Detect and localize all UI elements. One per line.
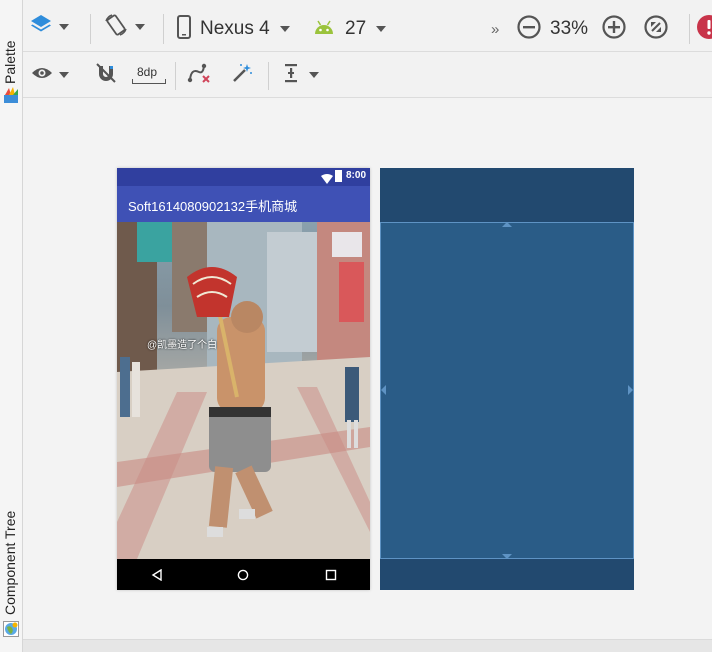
zoom-in-button[interactable] — [601, 14, 627, 44]
separator — [689, 14, 690, 44]
default-margin-value: 8dp — [137, 65, 158, 79]
zoom-in-icon — [601, 14, 627, 45]
component-tree-tab[interactable]: Component Tree — [0, 480, 22, 615]
app-bar: Soft1614080902132手机商城 — [117, 186, 370, 222]
chevron-down-icon — [376, 26, 387, 32]
magic-wand-icon — [231, 62, 253, 89]
navigation-bar — [117, 559, 370, 590]
api-level-selector[interactable]: 27 — [313, 14, 387, 44]
margin-icon: 8dp — [131, 64, 167, 86]
app-title: Soft1614080902132手机商城 — [128, 199, 298, 214]
layers-icon — [29, 13, 53, 42]
palette-icon — [3, 86, 19, 104]
view-options-dropdown[interactable] — [31, 60, 69, 90]
zoom-fit-button[interactable] — [643, 14, 669, 44]
error-button[interactable] — [696, 14, 712, 44]
separator — [268, 62, 269, 90]
recents-icon — [325, 568, 337, 586]
photo-image: @凯墨造了个白 — [117, 222, 370, 559]
separator — [163, 14, 164, 44]
bottom-anchor-icon[interactable] — [502, 554, 512, 559]
home-icon — [237, 568, 249, 586]
top-anchor-icon[interactable] — [502, 222, 512, 227]
separator — [90, 14, 91, 44]
battery-icon — [335, 170, 342, 182]
default-margin-button[interactable]: 8dp — [131, 60, 167, 90]
overflow-button[interactable]: » — [491, 14, 499, 44]
zoom-out-icon — [516, 14, 542, 45]
left-anchor-icon[interactable] — [381, 385, 386, 395]
api-level: 27 — [345, 18, 367, 39]
orientation-dropdown[interactable] — [103, 12, 145, 42]
blueprint-content-area[interactable] — [380, 222, 634, 559]
chevron-down-icon — [309, 72, 319, 78]
error-icon — [696, 14, 712, 45]
chevron-down-icon — [135, 24, 145, 30]
guidelines-dropdown[interactable] — [283, 60, 319, 90]
eye-icon — [31, 65, 53, 86]
guidelines-icon — [283, 62, 299, 89]
android-icon — [313, 19, 335, 40]
right-anchor-icon[interactable] — [628, 385, 633, 395]
device-name: Nexus 4 — [200, 18, 270, 39]
globe-icon — [3, 621, 19, 637]
magnet-off-icon — [95, 62, 117, 89]
zoom-fit-icon — [643, 14, 669, 45]
photo-watermark: @凯墨造了个白 — [147, 340, 218, 351]
back-icon — [151, 568, 163, 586]
chevron-down-icon — [59, 72, 69, 78]
design-surface-dropdown[interactable] — [29, 12, 69, 42]
status-time: 8:00 — [345, 170, 366, 181]
separator — [175, 62, 176, 90]
status-bar: 8:00 — [117, 168, 370, 186]
autoconnect-toggle[interactable] — [95, 60, 117, 90]
rotate-device-icon — [103, 12, 129, 43]
zoom-level: 33% — [550, 14, 588, 44]
design-preview[interactable]: 8:00 Soft1614080902132手机商城 @凯墨造了个白 — [117, 168, 370, 590]
horizontal-scrollbar[interactable] — [23, 639, 712, 652]
left-tool-strip: Palette Component Tree — [0, 0, 23, 652]
chevron-down-icon — [59, 24, 69, 30]
clear-constraints-button[interactable] — [187, 60, 211, 90]
palette-tab[interactable]: Palette — [0, 24, 22, 84]
zoom-level-text: 33% — [550, 18, 589, 39]
design-toolbar: Nexus 4 27 » 33% — [23, 0, 712, 52]
blueprint-view[interactable] — [380, 168, 634, 590]
zoom-out-button[interactable] — [516, 14, 542, 44]
component-tree-tab-label: Component Tree — [2, 510, 18, 615]
infer-constraints-button[interactable] — [231, 60, 253, 90]
clear-constraints-icon — [187, 62, 211, 89]
chevron-down-icon — [279, 26, 290, 32]
device-selector[interactable]: Nexus 4 — [177, 14, 290, 44]
layout-toolbar: 8dp — [23, 52, 712, 98]
palette-tab-label: Palette — [2, 40, 18, 84]
phone-icon — [177, 14, 191, 44]
double-chevron-right-icon: » — [491, 20, 500, 38]
